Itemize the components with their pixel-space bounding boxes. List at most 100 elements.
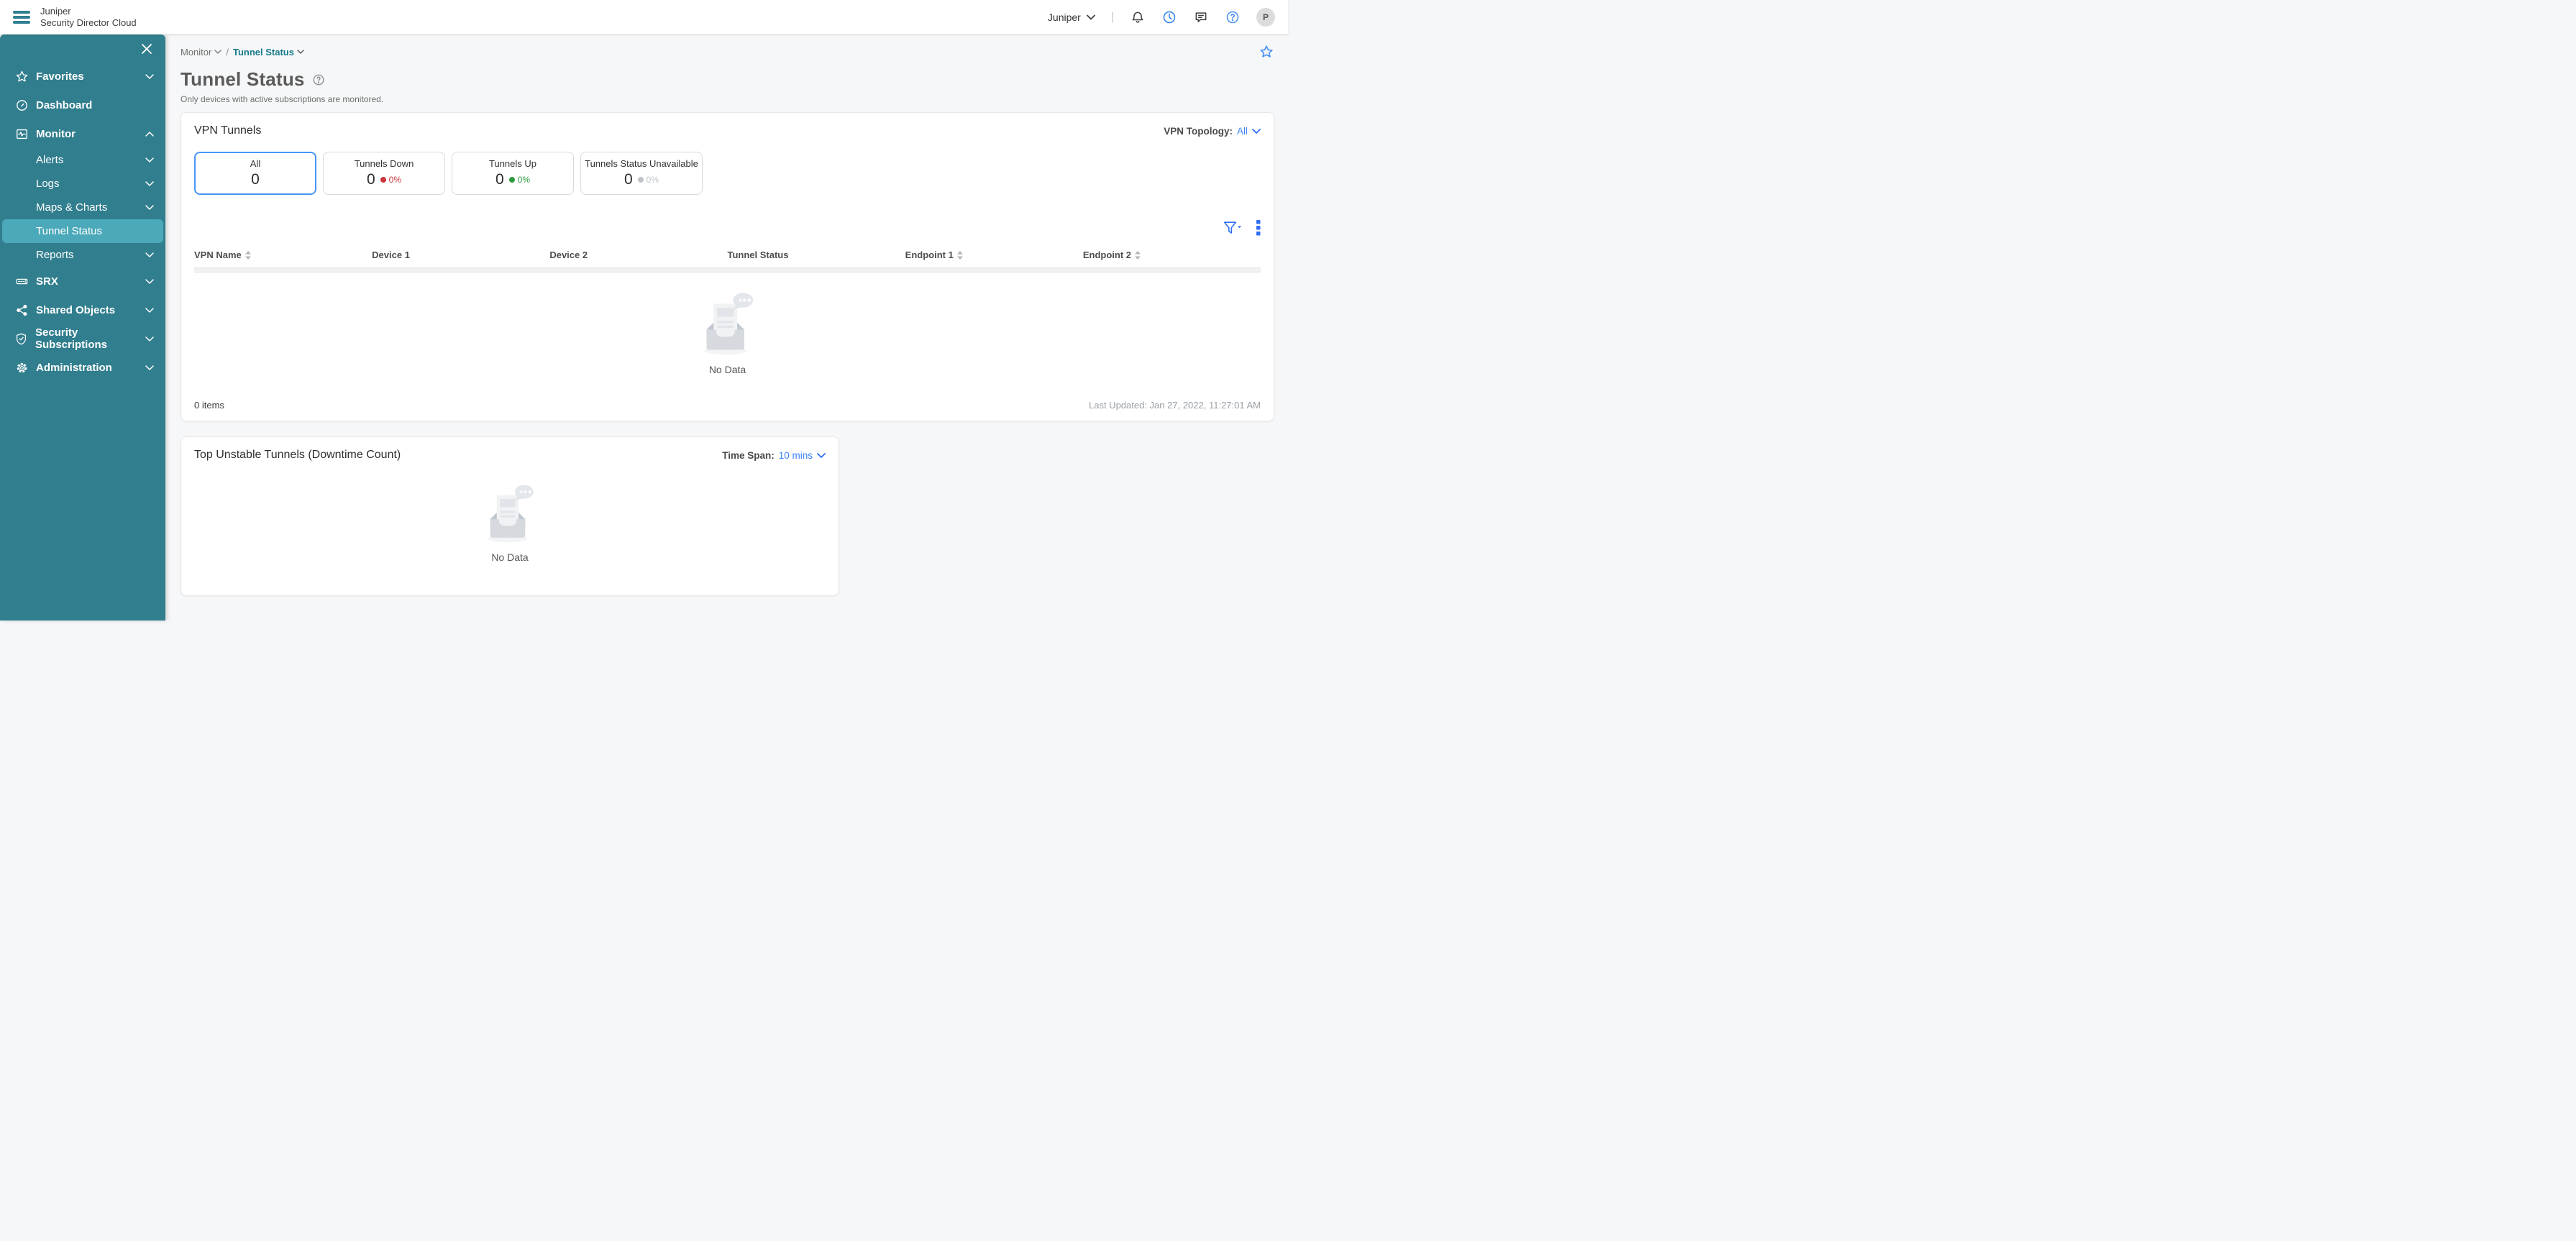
column-header-endpoint-1[interactable]: Endpoint 1 [905, 249, 1083, 260]
table-empty-state: No Data [194, 273, 1261, 394]
sidebar-item-shared-objects[interactable]: Shared Objects [0, 296, 165, 324]
breadcrumb-monitor[interactable]: Monitor [181, 46, 222, 58]
sidebar-item-label: Logs [36, 178, 60, 190]
sidebar-item-srx[interactable]: SRX [0, 267, 165, 296]
chevron-down-icon [145, 278, 154, 284]
tenant-switcher[interactable]: Juniper [1048, 12, 1095, 23]
sidebar-item-monitor[interactable]: Monitor [0, 119, 165, 148]
brand-line2: Security Director Cloud [40, 17, 137, 28]
sidebar-item-tunnel-status[interactable]: Tunnel Status [2, 219, 163, 243]
chevron-down-icon [145, 252, 154, 257]
sidebar-item-label: SRX [36, 275, 58, 288]
brand-line1: Juniper [40, 6, 71, 17]
tab-percent: 0% [388, 175, 402, 185]
chevron-down-icon [145, 157, 154, 162]
tenant-label: Juniper [1047, 11, 1081, 23]
favorite-page-star-icon[interactable] [1259, 44, 1274, 60]
sidebar-item-favorites[interactable]: Favorites [0, 62, 165, 91]
feedback-chat-icon[interactable] [1193, 9, 1209, 25]
product-logo: Juniper Security Director Cloud [40, 6, 137, 28]
clock-history-icon[interactable] [1161, 9, 1177, 25]
gear-icon [14, 361, 29, 375]
tab-value: 0 [366, 171, 375, 188]
no-data-label: No Data [708, 364, 746, 375]
more-options-kebab-icon[interactable] [1256, 220, 1261, 236]
shield-icon [14, 332, 28, 346]
no-data-illustration [488, 485, 534, 543]
sidebar-item-label: Monitor [36, 127, 76, 140]
vpn-tunnels-card: VPN Tunnels VPN Topology: All All 0 Tunn… [181, 112, 1274, 421]
topbar-divider: | [1110, 10, 1114, 23]
last-updated: Last Updated: Jan 27, 2022, 11:27:01 AM [1089, 400, 1261, 411]
breadcrumb-label: Tunnel Status [232, 46, 294, 58]
tab-value: 0 [495, 171, 504, 188]
breadcrumb-label: Monitor [181, 46, 212, 58]
sidebar-item-label: Shared Objects [36, 303, 116, 316]
sidebar-item-label: Tunnel Status [36, 225, 102, 237]
chevron-down-icon [145, 181, 154, 186]
sidebar-item-label: Favorites [36, 70, 84, 83]
tunnel-status-tabs: All 0 Tunnels Down 0 0% Tunnels Up 0 0% [194, 152, 1261, 195]
vpn-tunnels-title: VPN Tunnels [194, 124, 262, 137]
sidebar-item-label: Reports [36, 249, 74, 261]
help-icon[interactable] [1225, 9, 1241, 25]
user-avatar[interactable]: P [1256, 7, 1275, 27]
column-header-vpn-name[interactable]: VPN Name [194, 249, 372, 260]
chevron-down-icon [145, 365, 154, 370]
breadcrumb-tunnel-status[interactable]: Tunnel Status [233, 47, 304, 58]
top-unstable-tunnels-title: Top Unstable Tunnels (Downtime Count) [194, 449, 401, 461]
top-unstable-tunnels-card: Top Unstable Tunnels (Downtime Count) Ti… [181, 436, 839, 596]
chevron-down-icon [145, 205, 154, 210]
page-subtitle: Only devices with active subscriptions a… [181, 94, 384, 104]
star-icon [14, 70, 29, 83]
column-header-device-1: Device 1 [372, 249, 549, 260]
close-icon[interactable] [141, 43, 152, 55]
chevron-up-icon [145, 131, 154, 137]
sidebar-item-label: Security Subscriptions [35, 326, 108, 351]
page-help-icon[interactable] [312, 73, 325, 86]
sidebar-item-alerts[interactable]: Alerts [0, 148, 165, 172]
breadcrumb: Monitor / Tunnel Status [181, 47, 304, 58]
page-title: Tunnel Status [181, 68, 305, 90]
breadcrumb-separator: / [226, 46, 229, 58]
tab-tunnels-status-unavailable[interactable]: Tunnels Status Unavailable 0 0% [580, 152, 703, 195]
chevron-down-icon [297, 50, 304, 54]
tab-tunnels-up[interactable]: Tunnels Up 0 0% [452, 152, 574, 195]
column-header-endpoint-2[interactable]: Endpoint 2 [1083, 249, 1261, 260]
sort-icon [956, 250, 963, 260]
time-span-label: Time Span: [722, 449, 775, 461]
sidebar-item-dashboard[interactable]: Dashboard [0, 91, 165, 119]
chevron-down-icon [817, 452, 826, 458]
chevron-down-icon [145, 307, 154, 313]
sidebar-item-label: Alerts [36, 154, 64, 166]
dashboard-gauge-icon [14, 99, 29, 112]
main-content: Monitor / Tunnel Status Tunnel Status On… [165, 35, 1288, 620]
status-dot-unavailable [637, 177, 644, 183]
chevron-down-icon [1252, 128, 1261, 134]
sidebar-item-maps-charts[interactable]: Maps & Charts [0, 196, 165, 219]
share-icon [14, 303, 29, 317]
sidebar-item-security-subscriptions[interactable]: Security Subscriptions [0, 324, 165, 353]
items-count: 0 items [194, 400, 224, 411]
sidebar-item-logs[interactable]: Logs [0, 172, 165, 196]
tab-tunnels-down[interactable]: Tunnels Down 0 0% [323, 152, 445, 195]
monitor-icon [14, 127, 29, 141]
sidebar-item-reports[interactable]: Reports [0, 243, 165, 267]
column-header-device-2: Device 2 [549, 249, 727, 260]
chevron-down-icon [1086, 14, 1095, 20]
vpn-topology-dropdown[interactable]: VPN Topology: All [1164, 126, 1261, 137]
sidebar-item-administration[interactable]: Administration [0, 353, 165, 382]
tab-all[interactable]: All 0 [194, 152, 316, 195]
time-span-dropdown[interactable]: Time Span: 10 mins [722, 450, 826, 461]
tab-label: All [250, 158, 261, 169]
tab-label: Tunnels Down [354, 158, 414, 169]
menu-hamburger-icon[interactable] [13, 10, 30, 24]
no-data-illustration [703, 293, 753, 355]
notifications-bell-icon[interactable] [1130, 9, 1146, 25]
vpn-topology-value: All [1236, 125, 1248, 137]
column-label: Endpoint 1 [905, 249, 954, 260]
top-bar: Juniper Security Director Cloud Juniper … [0, 0, 1288, 35]
sidebar-nav: Favorites Dashboard Monitor Alerts Logs … [0, 35, 165, 620]
filter-icon[interactable] [1223, 221, 1242, 235]
sort-icon [1135, 250, 1141, 260]
